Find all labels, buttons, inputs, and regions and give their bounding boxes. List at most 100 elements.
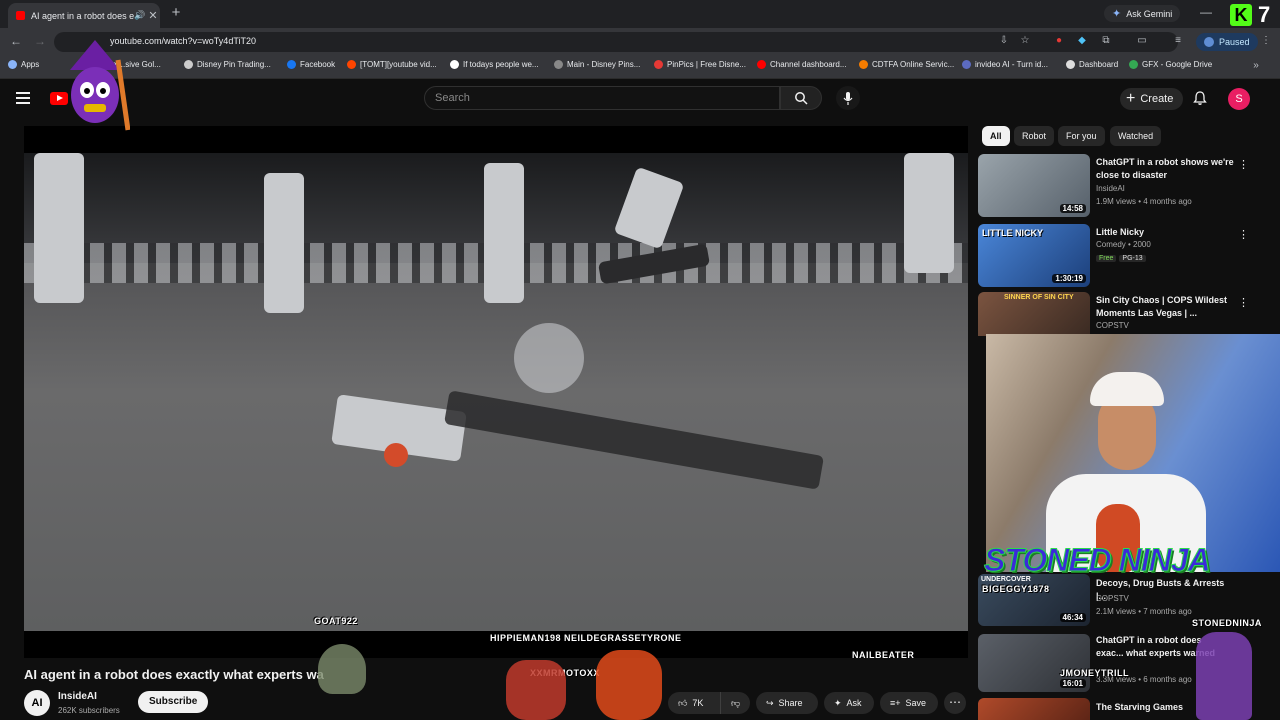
chip-for-you[interactable]: For you (1058, 126, 1105, 146)
save-button[interactable]: ≡+ Save (880, 692, 938, 714)
media-controls-icon[interactable]: ≡ (1172, 35, 1184, 47)
video-thumbnail[interactable]: UNDERCOVER 46:34 (978, 574, 1090, 626)
dislike-button[interactable]: 👎︎ (720, 692, 750, 714)
recommendation-card[interactable]: LITTLE NICKY 1:30:19 Little Nicky Comedy… (978, 224, 1280, 290)
bookmark-favicon-icon (287, 60, 296, 69)
browser-tab-bar (0, 0, 1280, 28)
bookmark-item[interactable]: Facebook (287, 60, 335, 69)
video-player[interactable]: GOAT922 HIPPIEMAN198 NEILDEGRASSETYRONE … (24, 126, 968, 658)
bookmark-star-icon[interactable]: ☆ (1019, 35, 1031, 47)
bookmark-item[interactable]: GFX - Google Drive (1129, 60, 1212, 69)
overlay-username: NAILBEATER (852, 650, 915, 658)
bookmark-item[interactable]: Main - Disney Pins... (554, 60, 640, 69)
extension-blue-icon[interactable]: ◆ (1076, 35, 1088, 47)
ask-label: Ask (846, 698, 862, 708)
forward-arrow-icon[interactable]: → (34, 34, 46, 48)
more-bookmarks-icon[interactable]: » (1250, 60, 1262, 72)
ask-gemini-button[interactable]: ✦ Ask Gemini (1104, 5, 1181, 22)
streamer-webcam (986, 334, 1280, 572)
bookmark-item[interactable]: Disney Pin Trading... (184, 60, 271, 69)
url-text[interactable]: youtube.com/watch?v=woTy4dTiT20 (110, 36, 256, 46)
video-thumbnail[interactable]: SINNER OF SIN CITY (978, 292, 1090, 336)
extensions-puzzle-icon[interactable]: ⧉ (1100, 35, 1112, 47)
account-avatar[interactable]: S (1228, 88, 1250, 110)
bookmark-favicon-icon (654, 60, 663, 69)
bookmark-item[interactable]: invideo AI - Turn id... (962, 60, 1048, 69)
install-app-icon[interactable]: ⇩ (998, 35, 1010, 47)
ask-button[interactable]: ✦ Ask (824, 692, 874, 714)
bookmark-item[interactable]: [TOMT][youtube vid... (347, 60, 437, 69)
recommendation-title[interactable]: ChatGPT in a robot shows we're close to … (1096, 156, 1236, 182)
motion-blur-robot (514, 323, 584, 393)
video-thumbnail[interactable]: LITTLE NICKY 1:30:19 (978, 224, 1090, 287)
recommendation-meta: 1.9M views • 4 months ago (1096, 197, 1192, 206)
bookmark-favicon-icon (962, 60, 971, 69)
sidepanel-icon[interactable]: ▭ (1136, 35, 1148, 47)
bookmark-label: [TOMT][youtube vid... (360, 60, 437, 69)
video-thumbnail[interactable] (978, 698, 1090, 720)
save-label: Save (905, 698, 927, 708)
bookmark-item[interactable]: PinPics | Free Disne... (654, 60, 746, 69)
bookmark-item[interactable]: CDTFA Online Servic... (859, 60, 954, 69)
channel-name[interactable]: InsideAI (58, 691, 97, 702)
profile-paused-button[interactable]: Paused (1196, 33, 1258, 51)
guide-menu-icon[interactable] (16, 92, 30, 107)
recommendation-title[interactable]: The Starving Games (1096, 701, 1236, 714)
search-button[interactable] (780, 86, 822, 110)
voice-search-button[interactable] (836, 86, 860, 110)
more-options-icon[interactable]: ⋮ (1238, 228, 1249, 241)
like-button[interactable]: 👍︎ 7K (668, 692, 720, 714)
close-tab-icon[interactable]: ✕ (146, 9, 160, 22)
recommendation-channel[interactable]: COPSTV (1096, 594, 1129, 603)
video-frame (24, 153, 968, 631)
overlay-username: JMONEYTRILL (1060, 668, 1130, 678)
browser-menu-icon[interactable]: ⋮ (1260, 35, 1272, 47)
recommendation-title[interactable]: Sin City Chaos | COPS Wildest Moments La… (1096, 294, 1236, 320)
bookmark-favicon-icon (184, 60, 193, 69)
share-button[interactable]: ↪ Share (756, 692, 818, 714)
channel-avatar[interactable]: AI (24, 690, 50, 716)
video-thumbnail[interactable]: 16:01 (978, 634, 1090, 692)
minimize-icon[interactable]: — (1200, 5, 1212, 19)
create-button[interactable]: + Create (1120, 88, 1184, 110)
recommendation-channel[interactable]: COPSTV (1096, 321, 1129, 330)
bookmark-item[interactable]: Dashboard (1066, 60, 1118, 69)
recommendation-title[interactable]: Little Nicky (1096, 226, 1236, 239)
more-options-icon[interactable]: ⋮ (1238, 158, 1249, 171)
recommendation-channel[interactable]: InsideAI (1096, 184, 1125, 193)
search-input[interactable] (424, 86, 780, 110)
overlay-username: GOAT922 (314, 616, 358, 626)
notifications-bell-icon[interactable] (1192, 90, 1208, 106)
recommendation-card[interactable]: 14:58 ChatGPT in a robot shows we're clo… (978, 154, 1280, 220)
browser-tab[interactable]: AI agent in a robot does ex 🔊 ✕ (8, 3, 160, 28)
more-options-icon[interactable]: ⋮ (1238, 296, 1249, 309)
thumbnail-text: SINNER OF SIN CITY (1004, 294, 1074, 301)
extension-red-icon[interactable]: ● (1053, 35, 1065, 47)
bookmark-item[interactable]: If todays people we... (450, 60, 539, 69)
bookmark-item[interactable]: Channel dashboard... (757, 60, 847, 69)
gemini-spark-icon: ✦ (1112, 8, 1122, 20)
chip-robot[interactable]: Robot (1014, 126, 1055, 146)
streamer-mascot-icon (70, 40, 130, 131)
bookmark-item[interactable]: Apps (8, 60, 39, 69)
ask-gemini-label: Ask Gemini (1126, 8, 1173, 19)
recommendation-card[interactable]: SINNER OF SIN CITY Sin City Chaos | COPS… (978, 292, 1280, 336)
chip-watched[interactable]: Watched (1110, 126, 1162, 146)
overlay-character-icon (506, 660, 566, 720)
more-actions-icon[interactable]: ⋯ (944, 692, 966, 714)
free-badge: Free (1096, 255, 1117, 262)
plus-icon: + (1126, 90, 1136, 107)
standing-robot (264, 173, 304, 313)
subscribe-button[interactable]: Subscribe (138, 691, 209, 713)
video-thumbnail[interactable]: 14:58 (978, 154, 1090, 217)
thumbs-down-icon: 👎︎ (731, 697, 741, 708)
new-tab-button[interactable]: + (168, 5, 184, 21)
recommendation-card[interactable]: The Starving Games (978, 698, 1280, 720)
chip-all[interactable]: All (982, 126, 1010, 146)
bookmark-favicon-icon (757, 60, 766, 69)
kick-logo-icon: K (1230, 4, 1252, 26)
back-arrow-icon[interactable]: ← (10, 34, 22, 48)
speaker-icon[interactable]: 🔊 (134, 10, 146, 21)
bookmark-label: CDTFA Online Servic... (872, 60, 955, 69)
bookmark-favicon-icon (1129, 60, 1138, 69)
